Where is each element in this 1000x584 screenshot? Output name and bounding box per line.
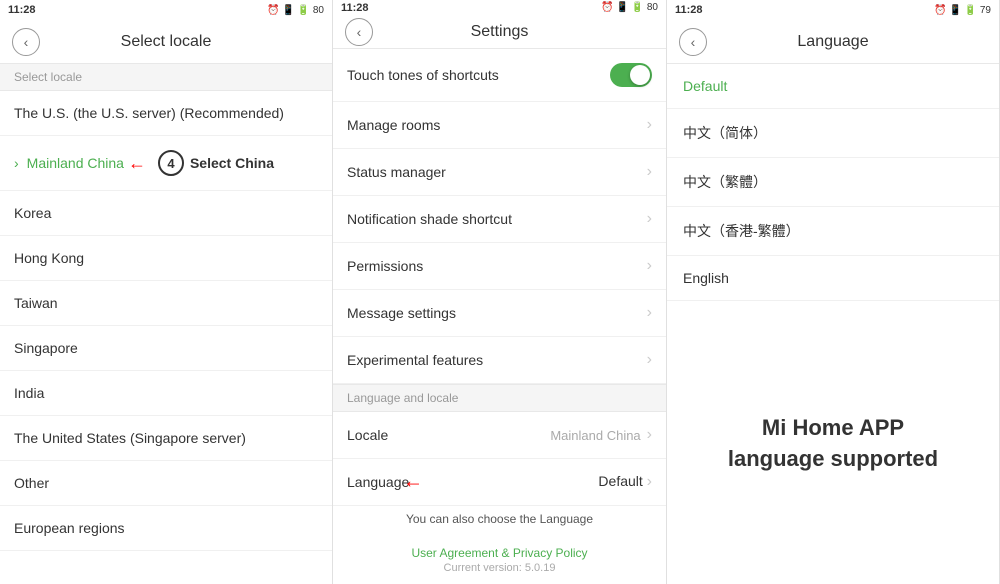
language-note: You can also choose the Language	[333, 506, 666, 536]
promo-title: Mi Home APP language supported	[728, 413, 938, 475]
lang-label: 中文（简体）	[683, 125, 767, 141]
list-item-european[interactable]: European regions	[0, 506, 332, 551]
language-right: Default ›	[598, 473, 652, 491]
lang-item-zh-hant[interactable]: 中文（繁體）	[667, 158, 999, 207]
item-label: Message settings	[347, 305, 456, 321]
chevron-icon: ›	[647, 163, 652, 181]
item-label: Status manager	[347, 164, 446, 180]
toggle-container	[610, 63, 652, 87]
lang-item-english[interactable]: English	[667, 256, 999, 301]
panel-select-locale: 11:28 ⏰ 📱 🔋80 ‹ Select locale Select loc…	[0, 0, 333, 584]
list-item[interactable]: India	[0, 371, 332, 416]
settings-item-language[interactable]: Language ← Default ›	[333, 459, 666, 506]
settings-item-touch-tones[interactable]: Touch tones of shortcuts	[333, 49, 666, 102]
chevron-icon: ›	[647, 116, 652, 134]
locale-list: The U.S. (the U.S. server) (Recommended)…	[0, 91, 332, 584]
header-3: ‹ Language	[667, 20, 999, 64]
item-label: Notification shade shortcut	[347, 211, 512, 227]
settings-item-permissions[interactable]: Permissions ›	[333, 243, 666, 290]
item-label: Other	[14, 475, 49, 491]
version-text: Current version: 5.0.19	[343, 562, 656, 574]
time-1: 11:28	[8, 4, 36, 16]
lang-label: Default	[683, 78, 727, 94]
step-number-badge: 4	[158, 150, 184, 176]
panel-settings: 11:28 ⏰ 📱 🔋80 ‹ Settings Touch tones of …	[333, 0, 667, 584]
selected-check-icon: ›	[14, 155, 19, 171]
list-item[interactable]: The United States (Singapore server)	[0, 416, 332, 461]
lang-label: English	[683, 270, 729, 286]
status-bar-3: 11:28 ⏰ 📱 🔋79	[667, 0, 999, 20]
settings-item-manage-rooms[interactable]: Manage rooms ›	[333, 102, 666, 149]
list-item-mainland-china[interactable]: › Mainland China ← 4 Select China	[0, 136, 332, 191]
lang-item-zh-hans[interactable]: 中文（简体）	[667, 109, 999, 158]
item-label: India	[14, 385, 44, 401]
language-value: Default	[598, 473, 642, 489]
status-icons-2: ⏰ 📱 🔋80	[601, 2, 658, 13]
status-bar-1: 11:28 ⏰ 📱 🔋80	[0, 0, 332, 20]
item-label: The U.S. (the U.S. server) (Recommended)	[14, 105, 284, 121]
list-header-1: Select locale	[0, 64, 332, 91]
locale-right: Mainland China ›	[550, 426, 652, 444]
status-bar-2: 11:28 ⏰ 📱 🔋80	[333, 0, 666, 15]
chevron-icon: ›	[647, 257, 652, 275]
chevron-icon: ›	[647, 304, 652, 322]
back-button-2[interactable]: ‹	[345, 18, 373, 46]
settings-item-notification-shade[interactable]: Notification shade shortcut ›	[333, 196, 666, 243]
settings-item-message-settings[interactable]: Message settings ›	[333, 290, 666, 337]
red-arrow-icon: ←	[128, 153, 146, 174]
list-item[interactable]: Taiwan	[0, 281, 332, 326]
panel-language: 11:28 ⏰ 📱 🔋79 ‹ Language Default 中文（简体） …	[667, 0, 1000, 584]
header-1: ‹ Select locale	[0, 20, 332, 64]
locale-label: Locale	[347, 427, 388, 443]
list-item[interactable]: The U.S. (the U.S. server) (Recommended)	[0, 91, 332, 136]
item-label: Touch tones of shortcuts	[347, 67, 499, 83]
lang-label: 中文（香港-繁體）	[683, 223, 800, 239]
page-title-1: Select locale	[121, 33, 212, 51]
time-3: 11:28	[675, 4, 703, 16]
red-arrow-language-icon: ←	[403, 471, 423, 494]
item-label: Singapore	[14, 340, 78, 356]
item-label: European regions	[14, 520, 125, 536]
back-button-3[interactable]: ‹	[679, 28, 707, 56]
page-title-2: Settings	[471, 23, 529, 41]
chevron-icon: ›	[647, 351, 652, 369]
chevron-icon: ›	[647, 426, 652, 444]
settings-item-experimental[interactable]: Experimental features ›	[333, 337, 666, 384]
status-icons-1: ⏰ 📱 🔋80	[267, 5, 324, 16]
lang-label: 中文（繁體）	[683, 174, 767, 190]
time-2: 11:28	[341, 2, 369, 14]
footer-links: User Agreement & Privacy Policy Current …	[333, 536, 666, 584]
item-label: Taiwan	[14, 295, 58, 311]
item-label: Hong Kong	[14, 250, 84, 266]
language-list: Default 中文（简体） 中文（繁體） 中文（香港-繁體） English …	[667, 64, 999, 304]
back-button-1[interactable]: ‹	[12, 28, 40, 56]
locale-value: Mainland China	[550, 428, 640, 443]
touch-tones-toggle[interactable]	[610, 63, 652, 87]
user-agreement-link[interactable]: User Agreement & Privacy Policy	[411, 546, 587, 560]
page-title-3: Language	[797, 33, 868, 51]
list-item-other[interactable]: Other	[0, 461, 332, 506]
chevron-icon: ›	[647, 210, 652, 228]
item-label: Permissions	[347, 258, 423, 274]
item-label: Korea	[14, 205, 51, 221]
lang-item-default[interactable]: Default	[667, 64, 999, 109]
item-label: Experimental features	[347, 352, 483, 368]
status-icons-3: ⏰ 📱 🔋79	[934, 5, 991, 16]
settings-item-status-manager[interactable]: Status manager ›	[333, 149, 666, 196]
mi-home-promo: Mi Home APP language supported	[667, 304, 999, 584]
language-label: Language	[347, 474, 409, 490]
lang-item-zh-hk[interactable]: 中文（香港-繁體）	[667, 207, 999, 256]
annotation-text: Select China	[190, 155, 274, 171]
list-item[interactable]: Korea	[0, 191, 332, 236]
header-2: ‹ Settings	[333, 15, 666, 49]
chevron-icon: ›	[647, 473, 652, 490]
list-item[interactable]: Hong Kong	[0, 236, 332, 281]
section-header-language-locale: Language and locale	[333, 384, 666, 412]
item-label: The United States (Singapore server)	[14, 430, 246, 446]
mainland-china-label: Mainland China	[27, 155, 124, 171]
item-label: Manage rooms	[347, 117, 440, 133]
settings-item-locale[interactable]: Locale Mainland China ›	[333, 412, 666, 459]
list-item[interactable]: Singapore	[0, 326, 332, 371]
